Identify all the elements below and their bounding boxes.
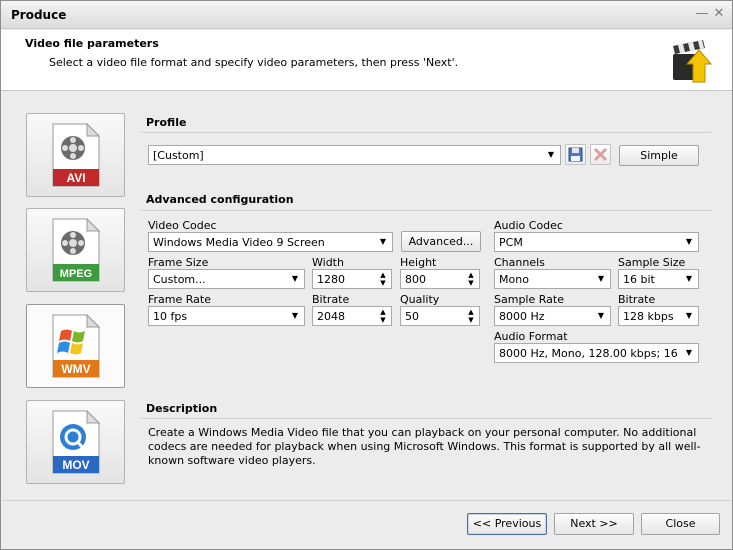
advanced-section-title: Advanced configuration [146,193,294,206]
height-value: 800 [405,273,426,286]
chevron-down-icon: ▼ [685,274,693,283]
video-bitrate-spinner[interactable]: 2048 ▲ ▼ [312,306,392,326]
frame-size-select[interactable]: Custom... ▼ [148,269,305,289]
video-codec-select[interactable]: Windows Media Video 9 Screen ▼ [148,232,393,252]
profile-section-title: Profile [146,116,187,129]
chevron-down-icon: ▼ [379,237,387,246]
delete-profile-button[interactable] [590,144,611,165]
delete-x-icon [593,147,608,162]
sample-rate-value: 8000 Hz [499,310,545,323]
chevron-down-icon: ▼ [685,237,693,246]
minimize-icon[interactable]: — [694,6,710,22]
close-icon[interactable]: ✕ [711,6,727,22]
profile-select[interactable]: [Custom] ▼ [148,145,561,165]
width-value: 1280 [317,273,345,286]
avi-file-icon: AVI [52,122,101,187]
chevron-down-icon: ▼ [291,274,299,283]
advanced-button[interactable]: Advanced... [401,231,481,252]
sample-size-value: 16 bit [623,273,655,286]
frame-rate-value: 10 fps [153,310,188,323]
format-mov-button[interactable]: MOV [26,400,125,484]
chevron-down-icon: ▼ [597,274,605,283]
close-button[interactable]: Close [641,513,720,535]
advanced-divider [141,210,711,211]
window-title: Produce [11,8,67,22]
channels-value: Mono [499,273,529,286]
audio-bitrate-value: 128 kbps [623,310,674,323]
frame-size-label: Frame Size [148,256,209,269]
next-button[interactable]: Next >> [554,513,634,535]
audio-format-select[interactable]: 8000 Hz, Mono, 128.00 kbps; 16 bits, ▼ [494,343,699,363]
chevron-down-icon: ▼ [685,348,693,357]
height-label: Height [400,256,437,269]
save-profile-button[interactable] [565,144,586,165]
format-avi-label: AVI [66,171,85,185]
sample-size-label: Sample Size [618,256,686,269]
channels-select[interactable]: Mono ▼ [494,269,611,289]
video-bitrate-value: 2048 [317,310,345,323]
produce-window: Produce — ✕ Video file parameters Select… [0,0,733,550]
audio-codec-label: Audio Codec [494,219,563,232]
video-bitrate-label: Bitrate [312,293,350,306]
chevron-down-icon: ▼ [291,311,299,320]
format-wmv-button[interactable]: WMV [26,304,125,388]
audio-bitrate-label: Bitrate [618,293,656,306]
footer-divider [2,500,731,501]
format-avi-button[interactable]: AVI [26,113,125,197]
format-mpeg-button[interactable]: MPEG [26,208,125,292]
quality-value: 50 [405,310,419,323]
spinner-arrows-icon[interactable]: ▲ ▼ [466,308,476,324]
wizard-header: Video file parameters Select a video fil… [1,30,732,91]
previous-button[interactable]: << Previous [467,513,547,535]
audio-format-value: 8000 Hz, Mono, 128.00 kbps; 16 bits, [499,347,680,360]
sample-size-select[interactable]: 16 bit ▼ [618,269,699,289]
mov-file-icon: MOV [52,409,101,474]
spinner-arrows-icon[interactable]: ▲ ▼ [378,308,388,324]
wmv-file-icon: WMV [52,313,101,378]
page-subtitle: Select a video file format and specify v… [49,56,459,69]
width-spinner[interactable]: 1280 ▲ ▼ [312,269,392,289]
profile-select-value: [Custom] [153,149,204,162]
frame-size-value: Custom... [153,273,206,286]
height-spinner[interactable]: 800 ▲ ▼ [400,269,480,289]
sample-rate-label: Sample Rate [494,293,564,306]
format-wmv-label: WMV [61,362,90,376]
title-bar: Produce — ✕ [1,1,732,29]
quality-label: Quality [400,293,440,306]
format-mpeg-label: MPEG [60,268,92,280]
spinner-arrows-icon[interactable]: ▲ ▼ [378,271,388,287]
format-mov-label: MOV [62,458,89,472]
description-divider [141,418,711,419]
channels-label: Channels [494,256,545,269]
chevron-down-icon: ▼ [597,311,605,320]
profile-divider [141,132,711,133]
simple-button[interactable]: Simple [619,145,699,166]
width-label: Width [312,256,344,269]
frame-rate-select[interactable]: 10 fps ▼ [148,306,305,326]
spinner-arrows-icon[interactable]: ▲ ▼ [466,271,476,287]
audio-bitrate-select[interactable]: 128 kbps ▼ [618,306,699,326]
page-title: Video file parameters [25,37,159,50]
description-text: Create a Windows Media Video file that y… [148,426,701,467]
description-section-title: Description [146,402,218,415]
audio-codec-value: PCM [499,236,523,249]
audio-codec-select[interactable]: PCM ▼ [494,232,699,252]
chevron-down-icon: ▼ [685,311,693,320]
floppy-disk-icon [568,147,583,162]
clapperboard-arrow-icon [673,40,713,83]
video-codec-value: Windows Media Video 9 Screen [153,236,325,249]
audio-format-label: Audio Format [494,330,568,343]
sample-rate-select[interactable]: 8000 Hz ▼ [494,306,611,326]
mpeg-file-icon: MPEG [52,217,101,282]
frame-rate-label: Frame Rate [148,293,211,306]
quality-spinner[interactable]: 50 ▲ ▼ [400,306,480,326]
chevron-down-icon: ▼ [547,150,555,159]
video-codec-label: Video Codec [148,219,217,232]
